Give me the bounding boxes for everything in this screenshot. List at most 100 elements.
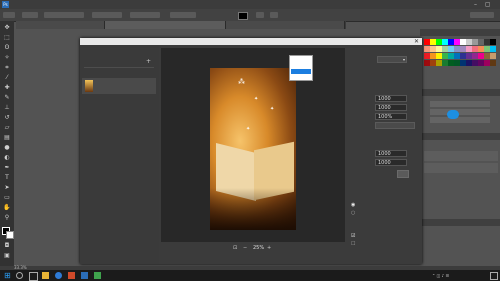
app-icon[interactable] xyxy=(68,272,75,279)
preview-area: ⁂ ✦ ✦ ✦ xyxy=(161,48,345,242)
search-icon[interactable] xyxy=(16,272,23,279)
preview-image: ⁂ ✦ ✦ ✦ xyxy=(210,68,296,230)
task-view-icon[interactable] xyxy=(29,272,38,281)
panel-header xyxy=(420,29,500,36)
system-tray[interactable]: ⌃ ◫ ♪ ☰ xyxy=(432,273,449,278)
butterfly-icon: ⁂ xyxy=(238,78,245,86)
butterfly-icon: ✦ xyxy=(246,126,251,132)
canvas-width-value: 1000 xyxy=(378,151,391,157)
add-icon[interactable]: + xyxy=(146,58,151,65)
dodge-icon[interactable]: ◐ xyxy=(3,155,11,161)
document-tab-active[interactable] xyxy=(105,21,226,29)
settings-panel: ▾ 1000 1000 100% 1000 1000 ◉ ○ ☑ ☐ xyxy=(347,48,422,261)
format-dropdown xyxy=(289,55,313,81)
tool-preset-picker[interactable] xyxy=(3,12,15,18)
blur-icon[interactable]: ● xyxy=(3,145,11,151)
zoom-icon[interactable]: ⚲ xyxy=(3,215,11,221)
swatch[interactable] xyxy=(490,53,496,59)
lasso-icon[interactable]: ʘ xyxy=(3,45,11,51)
move-icon[interactable]: ✥ xyxy=(3,25,11,31)
floating-badge xyxy=(447,110,459,119)
flow-field[interactable] xyxy=(130,12,160,18)
tools-panel: ✥ ⬚ ʘ ✧ ⌗ ⁄ ✚ ✎ ⊥ ↺ ▱ ▤ ● ◐ ✒ T ➤ ▭ ✋ ⚲ … xyxy=(0,21,14,269)
stamp-icon[interactable]: ⊥ xyxy=(3,105,11,111)
divider xyxy=(84,67,154,68)
opacity-field[interactable] xyxy=(92,12,122,18)
mode-select[interactable] xyxy=(44,12,84,18)
dialog-titlebar: ✕ xyxy=(80,38,422,45)
zoom-in-icon[interactable]: + xyxy=(267,245,271,251)
background-color-swatch[interactable] xyxy=(6,231,14,239)
brush-icon[interactable]: ✎ xyxy=(3,95,11,101)
canvas-height-input[interactable]: 1000 xyxy=(375,159,407,166)
swatches-panel xyxy=(424,39,498,73)
swatch[interactable] xyxy=(490,39,496,45)
taskbar: ⊞ ⌃ ◫ ♪ ☰ xyxy=(0,270,500,281)
gradient-icon[interactable]: ▤ xyxy=(3,135,11,141)
layer-row[interactable] xyxy=(424,163,498,173)
quick-mask-icon[interactable]: ◘ xyxy=(3,243,11,249)
wand-icon[interactable]: ✧ xyxy=(3,55,11,61)
format-option-selected[interactable] xyxy=(291,69,311,74)
workspace-switcher[interactable] xyxy=(470,12,494,18)
close-icon[interactable]: ✕ xyxy=(414,38,419,45)
ps-logo-icon: Ps xyxy=(2,1,9,8)
checkbox-icon[interactable]: ☐ xyxy=(351,241,355,247)
file-list-panel: + xyxy=(80,45,159,264)
explorer-icon[interactable] xyxy=(42,272,49,279)
canvas-width-input[interactable]: 1000 xyxy=(375,150,407,157)
zoom-value[interactable]: 25% xyxy=(253,245,264,251)
pen-icon[interactable]: ✒ xyxy=(3,165,11,171)
format-option[interactable] xyxy=(291,75,311,80)
window-controls[interactable]: – ▢ ✕ xyxy=(474,0,500,17)
document-tab[interactable] xyxy=(16,21,105,29)
eyedropper-icon[interactable]: ⁄ xyxy=(3,75,11,81)
color-swatch[interactable] xyxy=(238,12,248,20)
document-tab[interactable] xyxy=(226,21,345,29)
app-icon[interactable] xyxy=(94,272,101,279)
format-option[interactable] xyxy=(291,63,311,68)
shape-icon[interactable]: ▭ xyxy=(3,195,11,201)
swatch[interactable] xyxy=(490,60,496,66)
chevron-down-icon: ▾ xyxy=(402,57,405,62)
crop-icon[interactable]: ⌗ xyxy=(3,65,11,71)
notification-icon[interactable] xyxy=(490,272,498,280)
hand-icon[interactable]: ✋ xyxy=(3,205,11,211)
heal-icon[interactable]: ✚ xyxy=(3,85,11,91)
format-option[interactable] xyxy=(291,57,311,62)
smoothing-field[interactable] xyxy=(170,12,196,18)
reset-button[interactable] xyxy=(397,170,409,178)
option-button[interactable] xyxy=(270,12,278,18)
layer-row[interactable] xyxy=(424,151,498,161)
option-button[interactable] xyxy=(256,12,264,18)
panel-header xyxy=(420,219,500,226)
photoshop-icon[interactable] xyxy=(81,272,88,279)
radio-icon[interactable]: ○ xyxy=(351,210,355,216)
zoom-bar: ⊡ − 25% + xyxy=(161,244,345,254)
brush-size-picker[interactable] xyxy=(22,12,38,18)
zoom-fit-icon[interactable]: ⊡ xyxy=(233,245,237,251)
checkbox-icon[interactable]: ☑ xyxy=(351,233,355,239)
history-brush-icon[interactable]: ↺ xyxy=(3,115,11,121)
resample-select[interactable] xyxy=(375,122,415,129)
browser-icon[interactable] xyxy=(55,272,62,279)
height-input[interactable]: 1000 xyxy=(375,104,407,111)
swatch[interactable] xyxy=(490,46,496,52)
path-select-icon[interactable]: ➤ xyxy=(3,185,11,191)
file-thumbnail xyxy=(85,80,93,92)
export-dialog: ✕ + ⁂ ✦ ✦ ✦ ⊡ − 25% + ▾ 1000 1000 100% 1… xyxy=(80,38,422,264)
zoom-out-icon[interactable]: − xyxy=(243,245,247,251)
radio-icon[interactable]: ◉ xyxy=(351,202,355,208)
type-icon[interactable]: T xyxy=(3,175,11,181)
percent-input[interactable]: 100% xyxy=(375,113,407,120)
eraser-icon[interactable]: ▱ xyxy=(3,125,11,131)
width-value: 1000 xyxy=(378,96,391,102)
marquee-icon[interactable]: ⬚ xyxy=(3,35,11,41)
windows-start-icon[interactable]: ⊞ xyxy=(4,271,11,280)
width-input[interactable]: 1000 xyxy=(375,95,407,102)
screen-mode-icon[interactable]: ▣ xyxy=(3,253,11,259)
menu-bar: Ps – ▢ ✕ xyxy=(0,0,500,17)
format-select[interactable]: ▾ xyxy=(377,56,407,63)
panel-field xyxy=(430,109,490,115)
file-list-item[interactable] xyxy=(82,78,156,94)
